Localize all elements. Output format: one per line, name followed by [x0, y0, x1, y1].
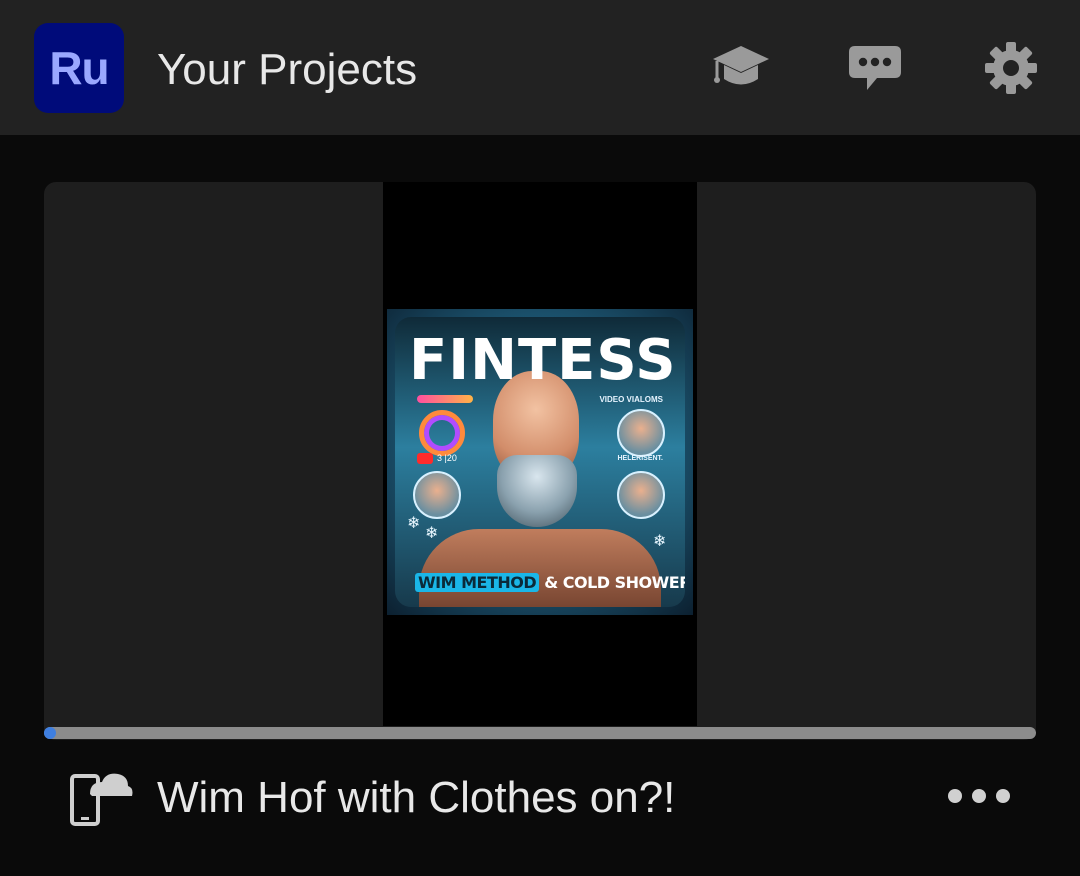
app-logo: Ru — [34, 23, 124, 113]
thumbnail-side-label: HELERISENT. — [617, 455, 663, 462]
project-thumbnail: FINTESS VIDEO VIALOMS 3 |20 HELERISENT. … — [387, 309, 693, 615]
project-progress-fill — [44, 727, 56, 739]
thumbnail-bubble — [413, 471, 461, 519]
project-progress-bar — [44, 727, 1036, 739]
thumbnail-title: FINTESS — [409, 328, 677, 393]
thumbnail-counter-text: 3 |20 — [437, 453, 457, 463]
thumbnail-artwork: FINTESS VIDEO VIALOMS 3 |20 HELERISENT. … — [395, 317, 685, 607]
snowflake-icon: ❄ — [425, 525, 439, 542]
app-logo-text: Ru — [49, 42, 109, 94]
gear-icon — [985, 42, 1037, 94]
settings-button[interactable] — [981, 38, 1041, 98]
snowflake-icon: ❄ — [653, 533, 667, 550]
video-preview[interactable]: FINTESS VIDEO VIALOMS 3 |20 HELERISENT. … — [383, 182, 697, 726]
thumbnail-person-beard — [497, 455, 577, 527]
thumbnail-caption-rest: & COLD SHOWER — [544, 573, 685, 592]
thumbnail-caption: WIM METHOD & COLD SHOWER — [415, 573, 685, 592]
play-badge-icon — [417, 453, 433, 465]
more-dot — [972, 789, 986, 803]
page-title: Your Projects — [157, 45, 418, 94]
thumbnail-bubble — [617, 471, 665, 519]
thumbnail-ring-icon — [419, 410, 465, 456]
device-cloud-icon — [68, 768, 134, 828]
learn-button[interactable] — [711, 38, 771, 98]
thumbnail-caption-highlight: WIM METHOD — [415, 573, 540, 592]
graduation-cap-icon — [713, 46, 769, 85]
thumbnail-bubble — [617, 409, 665, 457]
thumbnail-subtitle: VIDEO VIALOMS — [599, 395, 663, 404]
feedback-button[interactable] — [845, 38, 905, 98]
thumbnail-counter: 3 |20 — [417, 453, 457, 465]
thumbnail-person-body — [419, 529, 661, 607]
more-dot — [996, 789, 1010, 803]
project-name[interactable]: Wim Hof with Clothes on?! — [157, 772, 675, 824]
snowflake-icon: ❄ — [407, 515, 421, 532]
thumbnail-gradient-bar — [417, 395, 473, 403]
project-card[interactable]: FINTESS VIDEO VIALOMS 3 |20 HELERISENT. … — [44, 182, 1036, 740]
app-header: Ru Your Projects — [0, 0, 1080, 135]
more-dot — [948, 789, 962, 803]
speech-bubble-icon — [849, 46, 901, 90]
more-options-button[interactable] — [948, 780, 1010, 812]
